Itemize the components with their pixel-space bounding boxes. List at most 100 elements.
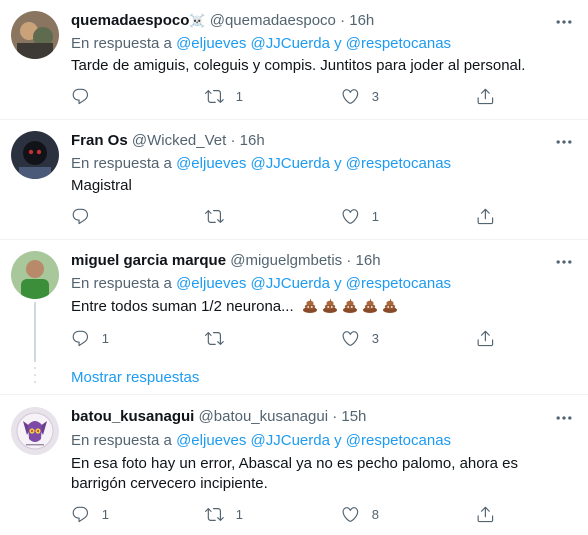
tweet-actions: 1 3 (71, 86, 588, 106)
tweet-actions: 1 1 8 (71, 504, 588, 524)
reply-mentions[interactable]: @eljueves @JJCuerda y @respetocanas (176, 35, 451, 52)
tweet-header: Fran Os @Wicked_Vet · 16h (71, 132, 265, 149)
tweet[interactable]: batou_kusanagui @batou_kusanagui · 15h E… (0, 395, 588, 535)
reply-button[interactable]: 1 (71, 328, 109, 348)
reply-icon (72, 330, 89, 346)
show-replies-link[interactable]: Mostrar respuestas (71, 369, 199, 386)
timestamp[interactable]: 16h (356, 252, 381, 269)
more-icon[interactable] (554, 12, 574, 32)
timestamp[interactable]: 16h (240, 132, 265, 149)
heart-icon (342, 208, 359, 224)
separator-dot: · (340, 12, 346, 29)
like-button[interactable]: 3 (341, 86, 379, 106)
tweet-text: Magistral (71, 177, 132, 194)
share-icon (477, 330, 494, 346)
tweet[interactable]: quemadaespoco☠️ @quemadaespoco · 16h En … (0, 0, 588, 120)
reply-button[interactable] (71, 206, 102, 226)
more-icon[interactable] (554, 252, 574, 272)
share-button[interactable] (476, 86, 495, 106)
separator-dot: · (332, 408, 338, 425)
separator-dot: · (230, 132, 236, 149)
tweet-header: quemadaespoco☠️ @quemadaespoco · 16h (71, 12, 374, 29)
tweet-text: En esa foto hay un error, Abascal ya no … (71, 455, 518, 492)
retweet-button[interactable]: 1 (205, 504, 243, 524)
reply-prefix: En respuesta a (71, 275, 172, 292)
avatar[interactable] (11, 11, 59, 59)
tweet[interactable]: Fran Os @Wicked_Vet · 16h En respuesta a… (0, 120, 588, 240)
more-icon[interactable] (554, 408, 574, 428)
skull-emoji: ☠️ (189, 13, 206, 28)
reply-mentions[interactable]: @eljueves @JJCuerda y @respetocanas (176, 432, 451, 449)
reply-prefix: En respuesta a (71, 35, 172, 52)
tweet-text: Entre todos suman 1/2 neurona... 💩💩💩💩💩 (71, 297, 571, 317)
retweet-icon (205, 209, 224, 223)
tweet-header: batou_kusanagui @batou_kusanagui · 15h (71, 408, 366, 425)
user-handle[interactable]: @Wicked_Vet (132, 132, 226, 149)
more-icon[interactable] (554, 132, 574, 152)
reply-mentions[interactable]: @eljueves @JJCuerda y @respetocanas (176, 275, 451, 292)
reply-icon (72, 506, 89, 522)
tweet-actions: 1 (71, 206, 588, 226)
retweet-button[interactable] (205, 206, 236, 226)
like-count: 8 (371, 506, 379, 522)
tweet-header: miguel garcia marque @miguelgmbetis · 16… (71, 252, 381, 269)
user-handle[interactable]: @quemadaespoco (210, 12, 336, 29)
tweet-actions: 1 3 (71, 328, 588, 348)
poo-emoji-icon (302, 298, 317, 313)
poo-emoji-icon (322, 298, 337, 313)
reply-mentions[interactable]: @eljueves @JJCuerda y @respetocanas (176, 155, 451, 172)
timestamp[interactable]: 15h (341, 408, 366, 425)
tweet-text: Tarde de amiguis, coleguis y compis. Jun… (71, 57, 526, 74)
display-name[interactable]: batou_kusanagui (71, 408, 194, 425)
reply-button[interactable] (71, 86, 102, 106)
retweet-count: 1 (235, 88, 243, 104)
user-handle[interactable]: @miguelgmbetis (230, 252, 342, 269)
poo-emoji-icon (362, 298, 377, 313)
reply-count: 1 (101, 330, 109, 346)
reply-context: En respuesta a @eljueves @JJCuerda y @re… (71, 432, 451, 449)
tweet-text-content: Entre todos suman 1/2 neurona... (71, 298, 294, 315)
retweet-icon (205, 507, 224, 521)
timestamp[interactable]: 16h (349, 12, 374, 29)
tweet[interactable]: miguel garcia marque @miguelgmbetis · 16… (0, 240, 588, 395)
avatar[interactable] (11, 251, 59, 299)
heart-icon (342, 506, 359, 522)
like-button[interactable]: 1 (341, 206, 379, 226)
like-count: 1 (371, 208, 379, 224)
reply-context: En respuesta a @eljueves @JJCuerda y @re… (71, 275, 451, 292)
like-button[interactable]: 3 (341, 328, 379, 348)
retweet-icon (205, 331, 224, 345)
reply-prefix: En respuesta a (71, 155, 172, 172)
poo-emoji-icon (382, 298, 397, 313)
reply-context: En respuesta a @eljueves @JJCuerda y @re… (71, 35, 451, 52)
share-icon (477, 506, 494, 522)
retweet-icon (205, 89, 224, 103)
retweet-button[interactable] (205, 328, 236, 348)
reply-icon (72, 208, 89, 224)
display-name[interactable]: quemadaespoco (71, 12, 189, 29)
share-icon (477, 88, 494, 104)
thread-dots (34, 367, 36, 388)
like-button[interactable]: 8 (341, 504, 379, 524)
reply-icon (72, 88, 89, 104)
share-button[interactable] (476, 206, 495, 226)
display-name[interactable]: miguel garcia marque (71, 252, 226, 269)
heart-icon (342, 330, 359, 346)
reply-count: 1 (101, 506, 109, 522)
share-button[interactable] (476, 504, 495, 524)
heart-icon (342, 88, 359, 104)
retweet-count: 1 (235, 506, 243, 522)
user-handle[interactable]: @batou_kusanagui (199, 408, 329, 425)
reply-button[interactable]: 1 (71, 504, 109, 524)
separator-dot: · (346, 252, 352, 269)
like-count: 3 (371, 88, 379, 104)
avatar[interactable] (11, 407, 59, 455)
thread-line (34, 302, 36, 362)
reply-prefix: En respuesta a (71, 432, 172, 449)
share-button[interactable] (476, 328, 495, 348)
avatar[interactable] (11, 131, 59, 179)
like-count: 3 (371, 330, 379, 346)
retweet-button[interactable]: 1 (205, 86, 243, 106)
display-name[interactable]: Fran Os (71, 132, 128, 149)
poo-emoji-icon (342, 298, 357, 313)
